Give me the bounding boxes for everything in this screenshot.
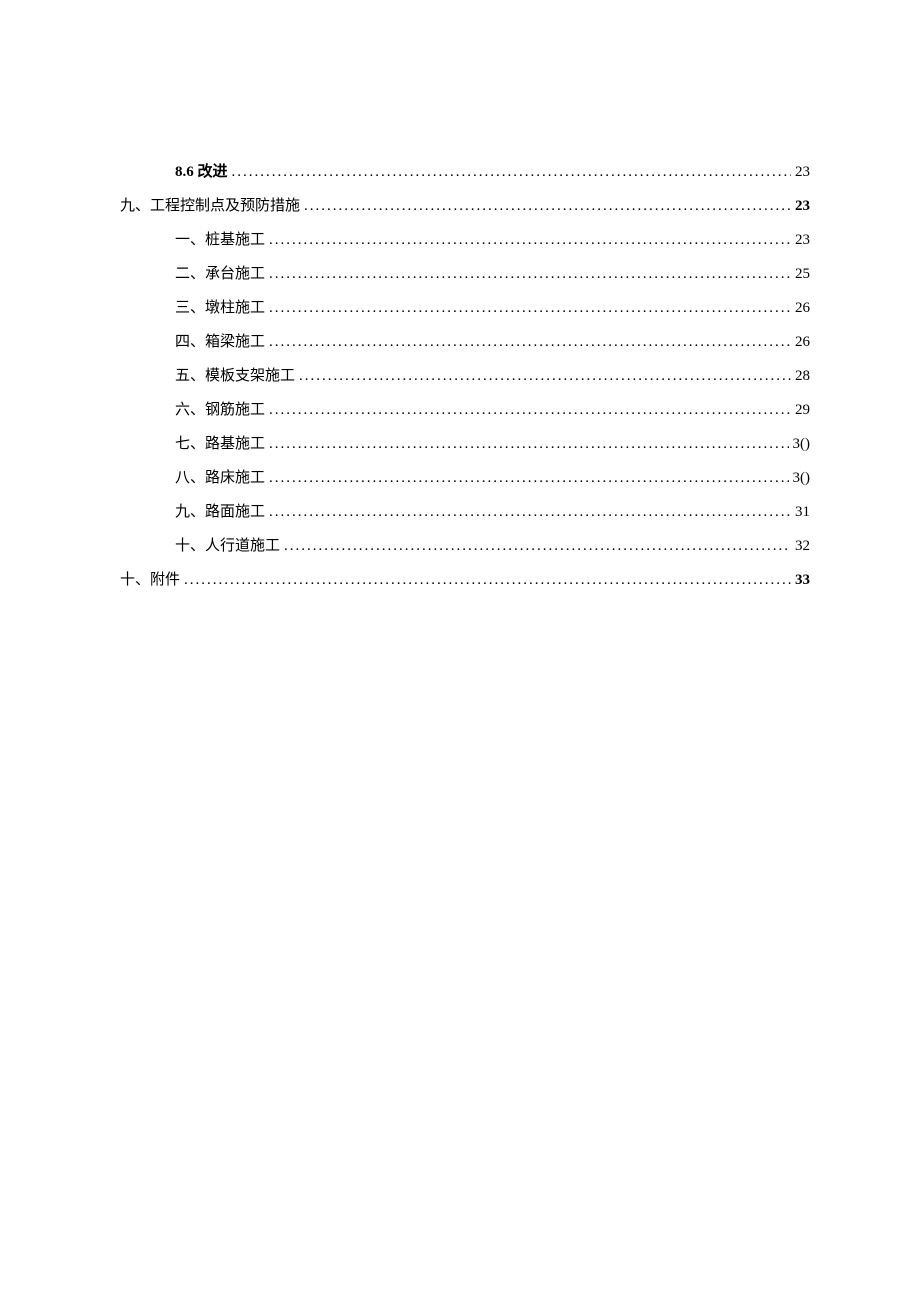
toc-page: 25 [795, 262, 810, 286]
toc-leader [269, 228, 791, 252]
toc-entry: 十、附件 33 [120, 568, 810, 592]
toc-leader [184, 568, 791, 592]
toc-leader [232, 160, 791, 184]
toc-entry: 8.6 改进 23 [120, 160, 810, 184]
toc-page: 26 [795, 330, 810, 354]
toc-leader [304, 194, 791, 218]
toc-page: 31 [795, 500, 810, 524]
toc-page: 23 [795, 194, 810, 218]
toc-leader [269, 398, 791, 422]
toc-label: 九、工程控制点及预防措施 [120, 194, 300, 218]
toc-page: 29 [795, 398, 810, 422]
toc-leader [269, 330, 791, 354]
toc-label: 8.6 改进 [175, 160, 228, 184]
toc-label: 十、附件 [120, 568, 180, 592]
toc-leader [269, 466, 788, 490]
toc-label: 六、钢筋施工 [175, 398, 265, 422]
toc-leader [284, 534, 791, 558]
toc-leader [269, 296, 791, 320]
toc-leader [299, 364, 791, 388]
toc-leader [269, 262, 791, 286]
toc-label: 四、箱梁施工 [175, 330, 265, 354]
toc-entry: 九、路面施工 31 [120, 500, 810, 524]
toc-label: 三、墩柱施工 [175, 296, 265, 320]
toc-entry: 二、承台施工 25 [120, 262, 810, 286]
toc-entry: 十、人行道施工 32 [120, 534, 810, 558]
toc-entry: 四、箱梁施工 26 [120, 330, 810, 354]
toc-entry: 三、墩柱施工 26 [120, 296, 810, 320]
toc-page: 26 [795, 296, 810, 320]
toc-page: 3() [793, 432, 811, 456]
toc-label: 五、模板支架施工 [175, 364, 295, 388]
toc-page: 33 [795, 568, 810, 592]
toc-page: 23 [795, 228, 810, 252]
toc-label: 十、人行道施工 [175, 534, 280, 558]
toc-entry: 五、模板支架施工 28 [120, 364, 810, 388]
toc-leader [269, 500, 791, 524]
toc-entry: 九、工程控制点及预防措施 23 [120, 194, 810, 218]
toc-entry: 一、桩基施工 23 [120, 228, 810, 252]
toc-page: 28 [795, 364, 810, 388]
toc-page: 3() [793, 466, 811, 490]
toc-label: 七、路基施工 [175, 432, 265, 456]
toc-leader [269, 432, 788, 456]
toc-page: 32 [795, 534, 810, 558]
toc-label: 九、路面施工 [175, 500, 265, 524]
toc-label: 八、路床施工 [175, 466, 265, 490]
table-of-contents: 8.6 改进 23 九、工程控制点及预防措施 23 一、桩基施工 23 二、承台施工 25 三、… [120, 160, 810, 592]
toc-entry: 六、钢筋施工 29 [120, 398, 810, 422]
toc-label: 一、桩基施工 [175, 228, 265, 252]
toc-label: 二、承台施工 [175, 262, 265, 286]
toc-entry: 七、路基施工 3() [120, 432, 810, 456]
toc-page: 23 [795, 160, 810, 184]
toc-entry: 八、路床施工 3() [120, 466, 810, 490]
